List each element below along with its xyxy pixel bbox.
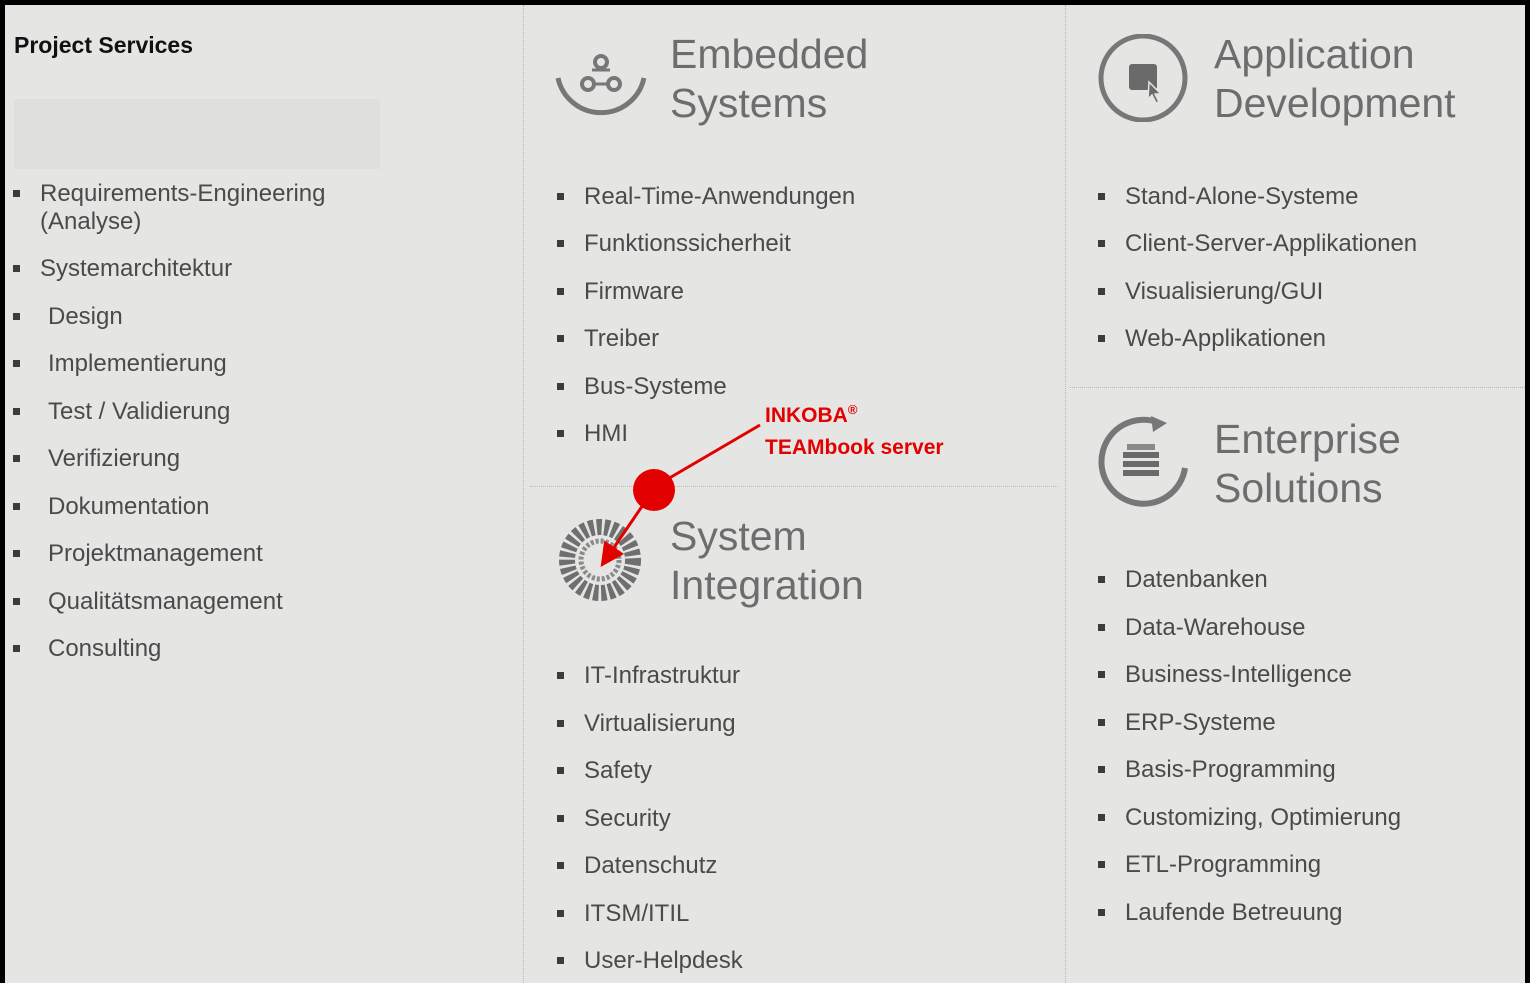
annotation-arrow-icon — [600, 501, 647, 567]
annotation-dot — [633, 469, 675, 511]
annotation-arrow-overlay — [600, 423, 761, 567]
annotation-leader-line — [665, 423, 761, 482]
